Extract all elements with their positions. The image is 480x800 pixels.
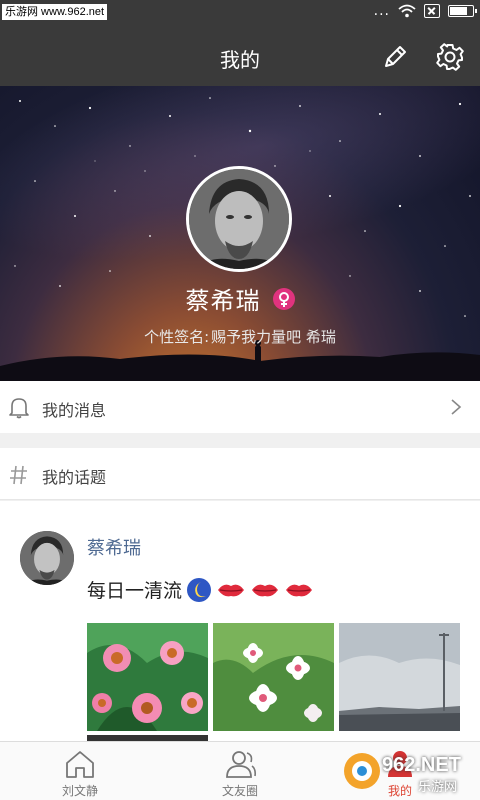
hash-icon xyxy=(10,465,27,485)
post-photo-sky[interactable] xyxy=(339,623,460,731)
lips-icon xyxy=(218,584,245,596)
lips-icon xyxy=(286,584,313,596)
watermark-label: 乐游网 www.962.net xyxy=(2,4,108,20)
tab-home-label: 刘文静 xyxy=(61,784,98,798)
edit-button[interactable] xyxy=(380,42,410,72)
profile-header-banner: 蔡希瑞 个性签名: 赐予我力量吧 希瑞 xyxy=(0,86,480,381)
signature-label: 个性签名: xyxy=(144,328,210,346)
status-icons: ... xyxy=(373,3,477,19)
chevron-right-icon xyxy=(451,399,462,415)
tab-circle-label: 文友圈 xyxy=(221,784,258,798)
post-avatar-image xyxy=(20,531,74,585)
no-sim-icon xyxy=(424,4,440,18)
watermark-sub-text: 乐游网 xyxy=(418,780,458,795)
lips-icon xyxy=(252,584,279,596)
my-messages-label: 我的消息 xyxy=(42,401,107,420)
post-photo-coneflowers[interactable] xyxy=(87,623,208,731)
my-topics-label: 我的话题 xyxy=(42,468,107,487)
user-name-row: 蔡希瑞 xyxy=(0,281,480,316)
post-card[interactable]: 蔡希瑞 每日一清流 xyxy=(0,501,480,741)
gear-icon xyxy=(436,43,464,71)
avatar-image xyxy=(189,169,289,269)
tab-circle[interactable]: 文友圈 xyxy=(160,742,320,800)
battery-icon xyxy=(448,5,477,17)
post-author-avatar[interactable] xyxy=(20,531,74,585)
people-icon xyxy=(226,751,256,778)
signature-text: 赐予我力量吧 希瑞 xyxy=(211,328,336,346)
my-topics-row[interactable]: 我的话题 xyxy=(0,448,480,500)
post-text: 每日一清流 xyxy=(87,580,183,602)
tab-home[interactable]: 刘文静 xyxy=(0,742,160,800)
user-signature: 个性签名: 赐予我力量吧 希瑞 xyxy=(0,326,480,347)
post-photo-white-flowers[interactable] xyxy=(213,623,334,731)
wifi-icon xyxy=(398,4,416,18)
moon-icon xyxy=(187,577,212,602)
home-icon xyxy=(66,751,94,778)
settings-button[interactable] xyxy=(435,42,465,72)
signal-dots-icon: ... xyxy=(373,3,390,19)
post-author-name[interactable]: 蔡希瑞 xyxy=(87,534,141,560)
bell-icon xyxy=(9,398,29,419)
user-name: 蔡希瑞 xyxy=(185,287,261,315)
post-content: 每日一清流 xyxy=(87,576,314,603)
title-bar: 我的 xyxy=(0,26,480,86)
watermark-logo-text: 962.NET xyxy=(382,754,461,776)
female-icon xyxy=(272,287,295,310)
status-bar: 乐游网 www.962.net ... xyxy=(0,0,480,26)
my-messages-row[interactable]: 我的消息 xyxy=(0,381,480,433)
pencil-icon xyxy=(385,46,406,67)
profile-avatar[interactable] xyxy=(186,166,292,272)
